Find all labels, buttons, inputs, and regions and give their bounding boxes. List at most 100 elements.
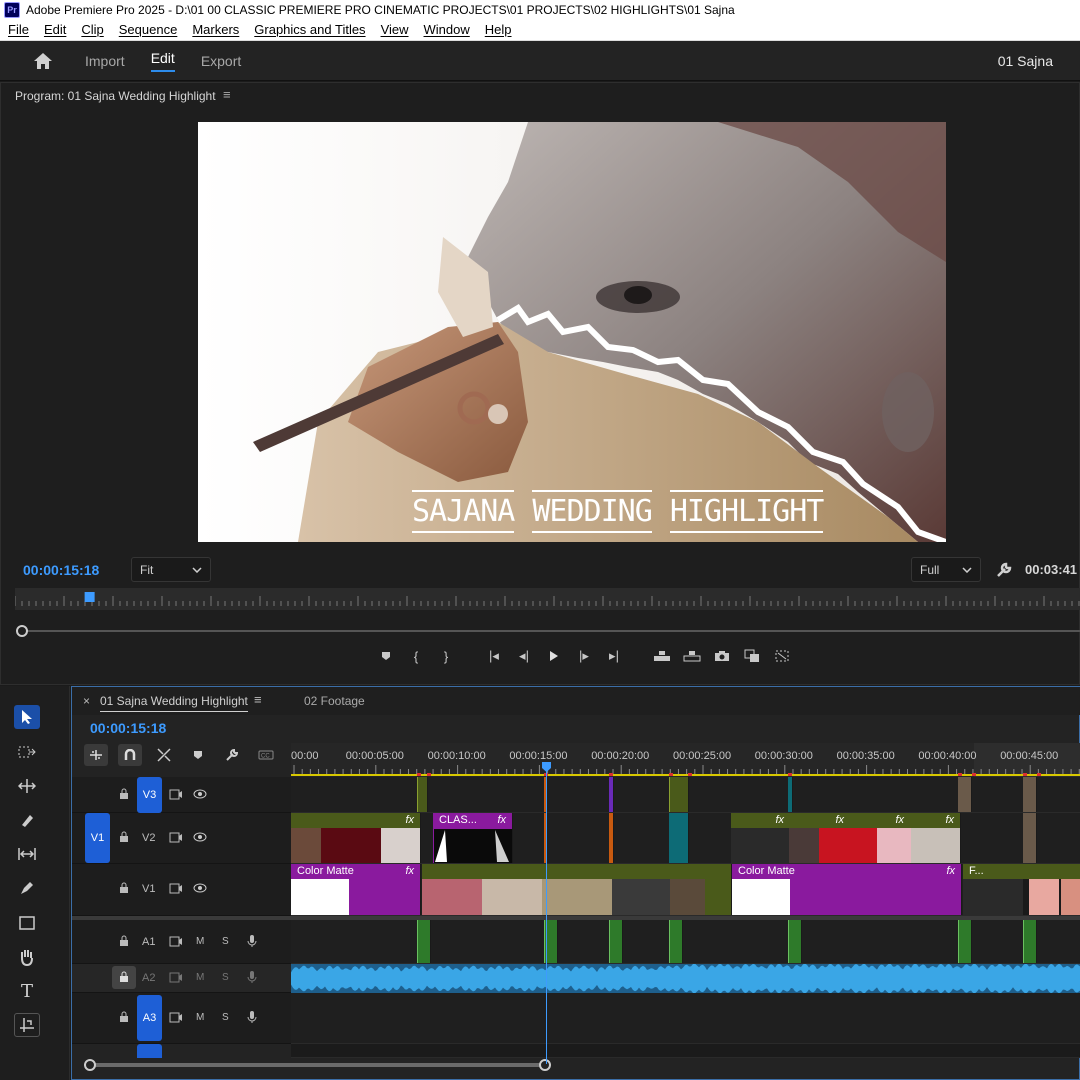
clip-v1-footage[interactable] <box>422 864 732 915</box>
track-label-v2[interactable]: V2 <box>142 832 155 844</box>
menu-markers[interactable]: Markers <box>192 22 239 37</box>
solo-button[interactable]: S <box>222 972 229 983</box>
close-tab-icon[interactable]: × <box>83 694 90 708</box>
clip-v1-color-matte[interactable]: Color Matte fx <box>732 864 962 915</box>
track-select-tool-icon[interactable] <box>14 740 40 764</box>
mark-out-icon[interactable]: } <box>431 646 461 666</box>
microphone-icon[interactable] <box>247 970 257 984</box>
clip-a1-audio[interactable] <box>417 920 431 963</box>
track-a4-partial[interactable] <box>291 1044 1080 1058</box>
sync-lock-icon[interactable] <box>169 972 183 983</box>
menu-graphics-and-titles[interactable]: Graphics and Titles <box>254 22 365 37</box>
sync-lock-icon[interactable] <box>169 883 183 894</box>
clip-v2-footage[interactable]: fx <box>291 813 421 863</box>
menu-edit[interactable]: Edit <box>44 22 66 37</box>
solo-button[interactable]: S <box>222 1012 229 1023</box>
tab-import[interactable]: Import <box>85 53 125 69</box>
clip-v3[interactable] <box>958 777 972 812</box>
track-a2[interactable] <box>291 963 1080 994</box>
clip-v3[interactable] <box>669 777 689 812</box>
program-playhead-icon[interactable] <box>84 592 95 602</box>
menu-clip[interactable]: Clip <box>81 22 103 37</box>
go-to-in-icon[interactable]: |◂ <box>479 646 509 666</box>
menu-sequence[interactable]: Sequence <box>119 22 178 37</box>
rectangle-tool-icon[interactable] <box>14 911 40 935</box>
sync-lock-icon[interactable] <box>169 789 183 800</box>
slip-tool-icon[interactable] <box>14 842 40 866</box>
add-marker-icon[interactable] <box>371 646 401 666</box>
hand-tool-icon[interactable] <box>14 945 40 969</box>
scroll-handle-left[interactable] <box>84 1059 96 1071</box>
captions-icon[interactable]: CC <box>254 744 278 766</box>
selection-tool-icon[interactable] <box>14 705 40 729</box>
panel-menu-icon[interactable]: ≡ <box>223 87 231 102</box>
mute-button[interactable]: M <box>196 972 204 983</box>
sync-lock-icon[interactable] <box>169 832 183 843</box>
clip-v1-color-matte[interactable]: Color Matte fx <box>291 864 421 915</box>
track-label-a1[interactable]: A1 <box>142 936 155 948</box>
sync-lock-icon[interactable] <box>169 1012 183 1023</box>
mute-button[interactable]: M <box>196 936 204 947</box>
lock-icon[interactable] <box>118 831 130 843</box>
clip-v3[interactable] <box>1023 777 1037 812</box>
program-time-ruler[interactable] <box>15 588 1080 610</box>
lock-icon[interactable] <box>118 788 130 800</box>
pen-tool-icon[interactable] <box>14 876 40 900</box>
track-v1[interactable]: Color Matte fx Color Matte fx F... <box>291 864 1080 916</box>
clip-a1-audio[interactable] <box>669 920 683 963</box>
clip-v2[interactable] <box>669 813 689 863</box>
tab-02-footage[interactable]: 02 Footage <box>304 694 365 708</box>
wrench-icon[interactable] <box>995 561 1013 579</box>
clip-a1-audio[interactable] <box>1023 920 1037 963</box>
comparison-view-icon[interactable] <box>737 646 767 666</box>
play-icon[interactable] <box>539 646 569 666</box>
type-tool-icon[interactable]: T <box>14 979 40 1003</box>
lock-icon[interactable] <box>118 971 130 983</box>
track-v2[interactable]: fx CLAS... fx fx fx fx fx <box>291 813 1080 864</box>
clip-v1-footage[interactable]: F... <box>963 864 1080 915</box>
eye-icon[interactable] <box>193 832 207 842</box>
linked-selection-icon[interactable] <box>152 744 176 766</box>
snap-icon[interactable] <box>118 744 142 766</box>
track-label-a3[interactable]: A3 <box>137 995 162 1041</box>
clip-v2-title[interactable]: CLAS... fx <box>433 813 513 863</box>
track-label-a4-partial[interactable] <box>137 1044 162 1058</box>
sync-lock-icon[interactable] <box>169 936 183 947</box>
clip-a1-audio[interactable] <box>788 920 802 963</box>
eye-icon[interactable] <box>193 883 207 893</box>
zoom-dropdown[interactable]: Fit <box>131 557 211 582</box>
go-to-out-icon[interactable]: ▸| <box>599 646 629 666</box>
razor-tool-icon[interactable] <box>14 808 40 832</box>
step-back-icon[interactable]: ◂| <box>509 646 539 666</box>
menu-help[interactable]: Help <box>485 22 512 37</box>
mute-button[interactable]: M <box>196 1012 204 1023</box>
microphone-icon[interactable] <box>247 934 257 948</box>
program-zoom-scrollbar[interactable] <box>17 630 1080 632</box>
track-label-a2[interactable]: A2 <box>142 972 155 984</box>
panel-menu-icon[interactable]: ≡ <box>254 692 262 707</box>
eye-icon[interactable] <box>193 789 207 799</box>
quality-dropdown[interactable]: Full <box>911 557 981 582</box>
scroll-handle[interactable] <box>16 625 28 637</box>
clip-v3[interactable] <box>417 777 428 812</box>
generative-extend-tool-icon[interactable] <box>14 1013 40 1037</box>
tab-sequence-01[interactable]: 01 Sajna Wedding Highlight <box>100 694 248 712</box>
ripple-edit-tool-icon[interactable] <box>14 774 40 798</box>
timeline-playhead[interactable] <box>546 762 547 1064</box>
lock-icon[interactable] <box>118 935 130 947</box>
lock-icon[interactable] <box>118 882 130 894</box>
nest-toggle-icon[interactable] <box>84 744 108 766</box>
clip-v3[interactable] <box>788 777 793 812</box>
extract-icon[interactable] <box>677 646 707 666</box>
timeline-time-ruler[interactable]: 00:00 00:00:05:00 00:00:10:00 00:00:15:00 00… <box>291 743 1080 777</box>
program-current-timecode[interactable]: 00:00:15:18 <box>23 562 99 578</box>
home-icon[interactable] <box>33 52 53 70</box>
microphone-icon[interactable] <box>247 1010 257 1024</box>
lock-icon[interactable] <box>118 1011 130 1023</box>
scroll-handle-right[interactable] <box>539 1059 551 1071</box>
menu-view[interactable]: View <box>381 22 409 37</box>
tab-export[interactable]: Export <box>201 53 241 69</box>
track-label-v1[interactable]: V1 <box>142 883 155 895</box>
clip-v3[interactable] <box>609 777 614 812</box>
track-label-v3[interactable]: V3 <box>137 777 162 813</box>
